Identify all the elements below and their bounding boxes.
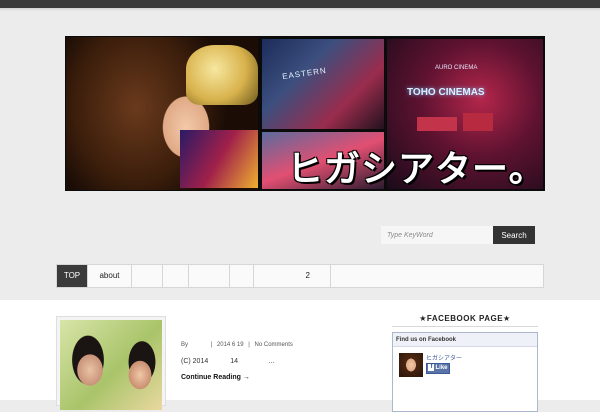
main-nav: TOP about 2 — [56, 264, 544, 288]
nav-item-7[interactable]: 2 — [254, 265, 331, 287]
like-label: Like — [435, 365, 448, 372]
post-author-label: By — [181, 342, 189, 348]
meta-separator: | — [210, 342, 213, 348]
meta-separator: | — [248, 342, 250, 348]
facebook-f-icon: f — [428, 364, 435, 371]
post-date: 2014 6 19 — [216, 342, 244, 348]
facebook-page-name[interactable]: ヒガシアター — [426, 353, 462, 362]
nav-item-8[interactable] — [331, 265, 543, 287]
post-excerpt: (C) 2014 14 … — [181, 358, 295, 365]
continue-reading-link[interactable]: Continue Reading → — [181, 374, 250, 381]
nav-item-6[interactable] — [230, 265, 254, 287]
facebook-section-title: ★FACEBOOK PAGE★ — [419, 314, 511, 323]
banner-photo-sign: EASTERN — [262, 39, 384, 129]
header-banner[interactable]: EASTERN AURO CINEMA TOHO CINEMAS ヒガシアター。 — [65, 36, 545, 191]
ticket-sign — [417, 117, 457, 131]
top-bar — [0, 0, 600, 8]
nav-item-5[interactable] — [189, 265, 230, 287]
nav-item-4[interactable] — [163, 265, 189, 287]
excerpt-number: 14 — [230, 358, 238, 365]
excerpt-ellipsis: … — [267, 358, 275, 365]
top-bar-shadow — [0, 8, 600, 11]
facebook-like-button[interactable]: f Like — [426, 363, 450, 374]
sign-text: EASTERN — [281, 65, 328, 82]
post-thumbnail-image — [60, 320, 162, 410]
facebook-page-avatar[interactable] — [399, 353, 423, 377]
divider — [392, 326, 538, 327]
facebook-like-box: Find us on Facebook ヒガシアター f Like — [392, 332, 538, 412]
post-thumbnail[interactable] — [56, 316, 166, 410]
search-input[interactable] — [381, 226, 493, 244]
banner-photo-arcade — [180, 130, 258, 188]
post-comments-link[interactable]: No Comments — [255, 342, 293, 348]
nav-item-3[interactable] — [132, 265, 163, 287]
nav-item-about[interactable]: about — [88, 265, 132, 287]
popcorn-image — [186, 45, 258, 105]
post-meta: By | 2014 6 19 | No Comments — [181, 342, 296, 348]
excerpt-copyright: (C) 2014 — [181, 358, 209, 365]
site-title: ヒガシアター。 — [287, 148, 545, 189]
auro-text: AURO CINEMA — [435, 65, 478, 71]
nav-item-top[interactable]: TOP — [57, 265, 88, 287]
ticket-sign-2 — [463, 113, 493, 131]
toho-text: TOHO CINEMAS — [407, 87, 485, 98]
facebook-box-header: Find us on Facebook — [393, 333, 537, 347]
search-button[interactable]: Search — [493, 226, 535, 244]
